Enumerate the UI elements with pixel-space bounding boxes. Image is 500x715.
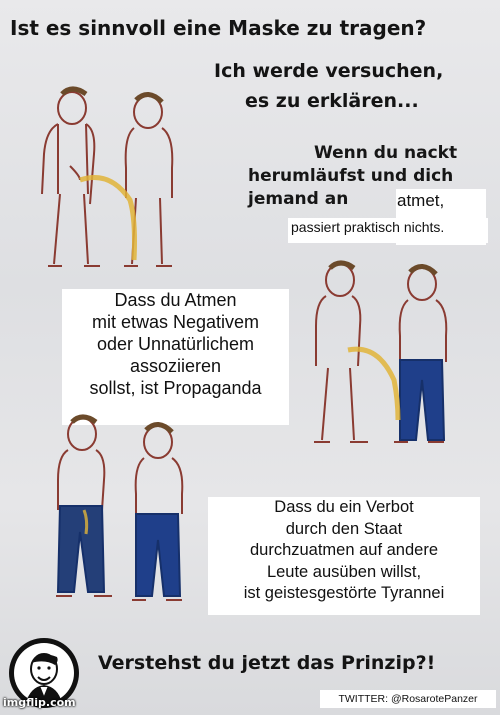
page-title: Ist es sinnvoll eine Maske zu tragen?	[10, 16, 427, 40]
caption-line: Dass du ein Verbot	[274, 498, 414, 516]
panel3-figures	[56, 414, 184, 601]
closing-question: Verstehst du jetzt das Prinzip?!	[98, 652, 436, 674]
caption-line: oder Unnatürlichem	[96, 334, 255, 354]
caption-line: durch den Staat	[285, 519, 403, 538]
panel1-figures	[41, 86, 174, 267]
panel1-line-3: jemand an	[248, 189, 349, 209]
imgflip-watermark: imgflip.com	[3, 696, 76, 709]
caption-line: ist geistesgestörte Tyrannei	[243, 584, 445, 602]
panel1-line-1: Wenn du nackt	[314, 143, 458, 163]
caption-line: Leute ausüben willst,	[266, 562, 422, 581]
caption-line: mit etwas Negativem	[91, 312, 260, 332]
subtitle-line-1: Ich werde versuchen,	[214, 60, 444, 82]
panel2-caption-box: Dass du Atmen mit etwas Negativem oder U…	[62, 289, 289, 425]
caption-line: durchzuatmen auf andere	[249, 541, 439, 559]
subtitle-line-2: es zu erklären...	[245, 90, 419, 112]
panel1-line-4: passiert praktisch nichts.	[291, 219, 445, 235]
panel2-figures	[314, 260, 448, 443]
caption-line: Dass du Atmen	[114, 290, 237, 310]
panel3-caption-box: Dass du ein Verbot durch den Staat durch…	[208, 497, 480, 615]
panel1-line-3-overlay: atmet,	[397, 191, 445, 210]
caption-line: sollst, ist Propaganda	[89, 378, 262, 398]
caption-line: assoziieren	[129, 356, 222, 376]
panel1-line-2: herumläufst und dich	[248, 166, 454, 186]
twitter-credit: TWITTER: @RosarotePanzer	[320, 690, 496, 708]
